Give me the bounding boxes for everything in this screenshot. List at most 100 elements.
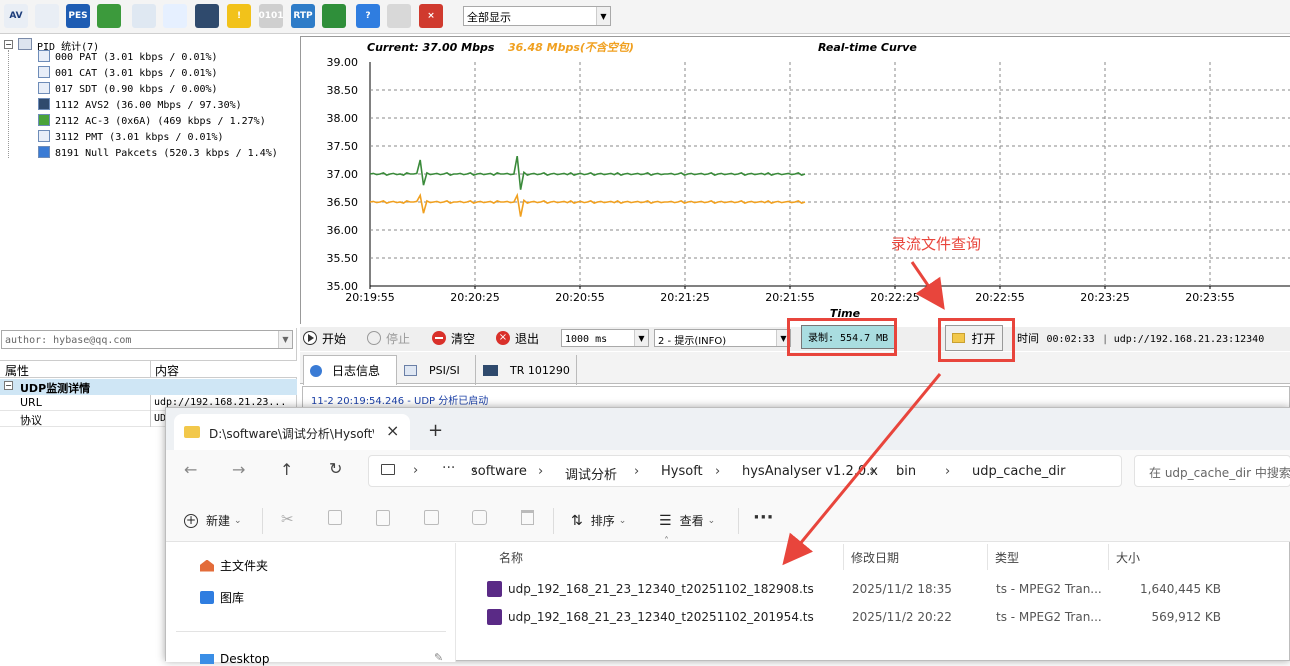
breadcrumb-item[interactable]: 调试分析	[565, 464, 617, 483]
pes-button[interactable]: PES	[66, 4, 90, 28]
delete-icon[interactable]	[521, 510, 534, 525]
property-group-row[interactable]: − UDP监测详情	[0, 379, 297, 395]
copy-icon[interactable]	[328, 510, 342, 525]
pid-item[interactable]: 3112 PMT (3.01 kbps / 0.01%)	[38, 130, 224, 146]
warning-button[interactable]: !	[227, 4, 251, 28]
nav-gallery-label: 图库	[220, 591, 245, 605]
chevron-right-icon: ›	[869, 464, 875, 479]
breadcrumb-item[interactable]: hysAnalyser v1.2.0.x	[742, 464, 878, 479]
trend-button[interactable]	[97, 4, 121, 28]
av-button[interactable]: AV	[4, 4, 28, 28]
computer-icon	[381, 464, 395, 475]
paste-icon[interactable]	[376, 510, 390, 526]
more-options-icon[interactable]: ···	[753, 507, 774, 528]
property-key: 协议	[20, 414, 42, 427]
help-icon: ?	[365, 11, 371, 21]
column-header[interactable]: 大小	[1116, 549, 1140, 566]
y-tick-label: 38.00	[327, 112, 359, 125]
sort-button[interactable]: ⇅ 排序 ⌄	[571, 512, 626, 529]
author-value: author: hybase@qq.com	[5, 335, 132, 346]
nav-gallery[interactable]: 图库	[200, 589, 244, 606]
refresh-icon[interactable]: ↻	[329, 459, 342, 478]
time-value: 00:02:33	[1046, 334, 1095, 345]
more-path-icon[interactable]: ···	[442, 460, 455, 476]
pid-item[interactable]: 000 PAT (3.01 kbps / 0.01%)	[38, 50, 218, 66]
binary-button[interactable]: 0101	[258, 4, 284, 28]
start-button[interactable]: 开始	[303, 327, 346, 349]
column-header[interactable]: 修改日期	[851, 549, 899, 566]
monitor-button[interactable]	[195, 4, 219, 28]
cut-icon[interactable]: ✂	[281, 510, 294, 528]
info-icon	[310, 364, 322, 377]
nav-home[interactable]: 主文件夹	[200, 557, 268, 574]
list-button[interactable]	[387, 4, 411, 28]
tree-line	[8, 50, 9, 158]
pid-item-label: 2112 AC-3 (0x6A) (469 kbps / 1.27%)	[55, 116, 266, 127]
desktop-icon	[200, 654, 214, 664]
tab-tr101290[interactable]: TR 101290	[477, 355, 577, 385]
nav-desktop[interactable]: Desktop	[200, 652, 270, 666]
new-button[interactable]: + 新建 ⌄	[184, 512, 242, 529]
new-tab-icon[interactable]: +	[428, 420, 443, 441]
breadcrumb-item[interactable]: Hysoft	[661, 464, 703, 479]
stop-label: 停止	[386, 331, 411, 346]
tab-log[interactable]: 日志信息	[303, 355, 397, 385]
share-icon[interactable]	[472, 510, 487, 525]
x-tick-label: 20:20:55	[555, 291, 604, 304]
pid-item[interactable]: 8191 Null Pakcets (520.3 kbps / 1.4%)	[38, 146, 278, 162]
y-tick-label: 35.50	[327, 252, 359, 265]
explorer-tab[interactable]: D:\software\调试分析\Hysoft\ ×	[174, 414, 410, 450]
rename-icon[interactable]	[424, 510, 439, 525]
property-header: 属性 内容	[0, 360, 297, 378]
breadcrumb-item[interactable]: bin	[896, 464, 916, 479]
back-arrow-icon[interactable]: ←	[184, 460, 197, 479]
view-button[interactable]: ☰ 查看 ⌄	[659, 512, 715, 529]
author-combo[interactable]: author: hybase@qq.com ▼	[1, 330, 293, 349]
column-divider	[1108, 544, 1109, 570]
interval-select[interactable]: 1000 ms ▼	[561, 329, 649, 347]
chevron-right-icon: ›	[538, 464, 544, 479]
help-button[interactable]: ?	[356, 4, 380, 28]
tab-psi-si[interactable]: PSI/SI	[398, 355, 476, 385]
property-group-label: UDP监测详情	[20, 382, 91, 395]
log-level-select[interactable]: 2 - 提示(INFO) ▼	[654, 329, 791, 347]
column-header[interactable]: 类型	[995, 549, 1019, 566]
rtp-button[interactable]: RTP	[291, 4, 315, 28]
forward-arrow-icon[interactable]: →	[232, 460, 245, 479]
pid-item[interactable]: 1112 AVS2 (36.00 Mbps / 97.30%)	[38, 98, 242, 114]
pid-item[interactable]: 2112 AC-3 (0x6A) (469 kbps / 1.27%)	[38, 114, 266, 130]
breadcrumb-item[interactable]: software	[471, 464, 527, 479]
stop-button[interactable]: 停止	[367, 327, 410, 349]
pid-item[interactable]: 017 SDT (0.90 kbps / 0.00%)	[38, 82, 218, 98]
new-label: 新建	[206, 514, 231, 528]
x-tick-label: 20:19:55	[345, 291, 394, 304]
view-mode-select[interactable]: 全部显示 ▼	[463, 6, 611, 26]
pid-item[interactable]: 001 CAT (3.01 kbps / 0.01%)	[38, 66, 218, 82]
chart-line-button[interactable]	[35, 4, 59, 28]
start-label: 开始	[322, 331, 347, 346]
close-icon[interactable]: ×	[386, 421, 399, 440]
tab-tr101290-label: TR 101290	[510, 363, 570, 377]
exit-button[interactable]: × 退出	[496, 327, 539, 349]
bar-chart-button[interactable]	[163, 4, 187, 28]
clear-button[interactable]: 清空	[432, 327, 475, 349]
collapse-toggle-icon[interactable]: −	[4, 381, 13, 390]
file-row[interactable]: udp_192_168_21_23_12340_t20251102_201954…	[471, 608, 1231, 630]
up-arrow-icon[interactable]: ↑	[280, 460, 293, 479]
explorer-command-bar: + 新建 ⌄ ✂ ⇅ 排序 ⌄ ☰ 查看 ⌄ ···	[166, 500, 1290, 542]
explorer-tab-title: D:\software\调试分析\Hysoft\	[209, 427, 374, 441]
main-toolbar: AV PES! 0101 RTP? × 全部显示 ▼	[0, 0, 1290, 34]
close-button[interactable]: ×	[419, 4, 443, 28]
log-level-value: 2 - 提示(INFO)	[658, 336, 727, 347]
y-tick-label: 36.50	[327, 196, 359, 209]
clear-icon	[432, 331, 446, 345]
column-header[interactable]: 名称	[499, 549, 523, 566]
export-button[interactable]	[322, 4, 346, 28]
file-row[interactable]: udp_192_168_21_23_12340_t20251102_182908…	[471, 580, 1231, 602]
clock-button[interactable]	[132, 4, 156, 28]
current-rate-label: Current: 37.00 Mbps	[367, 41, 495, 54]
breadcrumb-item[interactable]: udp_cache_dir	[972, 464, 1065, 479]
collapse-toggle-icon[interactable]: −	[4, 40, 13, 49]
col-content-label: 内容	[155, 364, 180, 378]
search-field[interactable]: 在 udp_cache_dir 中搜索	[1134, 455, 1290, 487]
